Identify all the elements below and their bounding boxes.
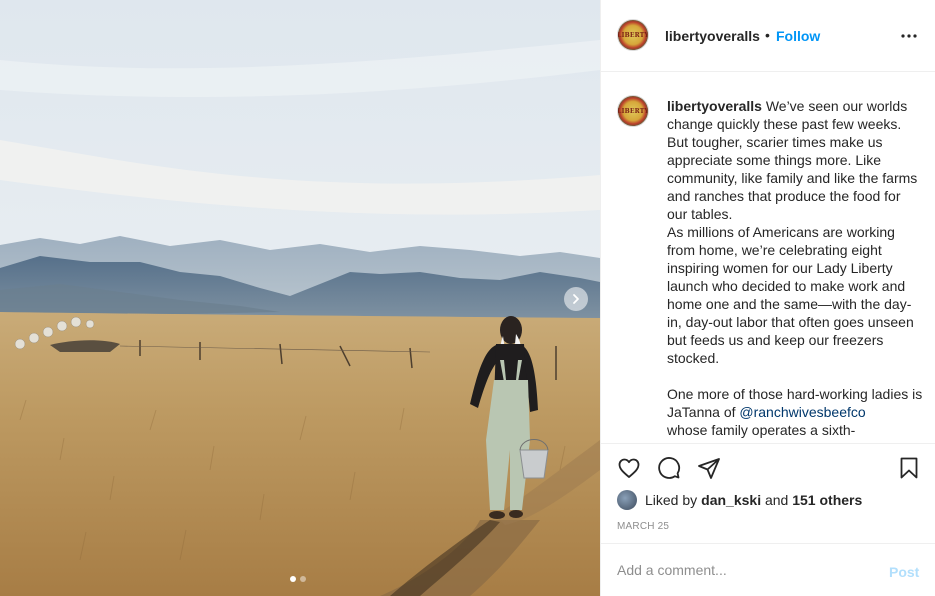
bookmark-icon[interactable]: [897, 456, 921, 480]
post-side-panel: LIBERTY libertyoveralls • Follow LIBERTY…: [600, 0, 935, 596]
share-icon[interactable]: [697, 456, 721, 480]
add-comment-bar: Post: [601, 543, 935, 596]
caption-username[interactable]: libertyoveralls: [667, 98, 762, 114]
account-username[interactable]: libertyoveralls: [665, 28, 760, 44]
next-photo-button[interactable]: [564, 287, 588, 311]
post-date[interactable]: MARCH 25: [617, 521, 669, 532]
likes-count[interactable]: 151 others: [792, 492, 862, 508]
caption-avatar[interactable]: LIBERTY: [617, 95, 649, 127]
post-header: LIBERTY libertyoveralls • Follow: [601, 0, 935, 72]
post-caption: libertyoveralls We’ve seen our worlds ch…: [667, 97, 923, 439]
mention-link[interactable]: @ranchwivesbeefco: [739, 404, 865, 420]
chevron-right-icon: [573, 294, 579, 304]
likes-prefix: Liked by: [645, 492, 698, 508]
carousel-indicator: [290, 576, 306, 582]
liker-username[interactable]: dan_kski: [701, 492, 761, 508]
likes-middle: and: [761, 492, 793, 508]
more-options-icon[interactable]: [897, 26, 921, 46]
heart-icon[interactable]: [617, 456, 641, 480]
carousel-dot-active: [290, 576, 296, 582]
likes-summary[interactable]: Liked by dan_kski and 151 others: [617, 490, 862, 510]
caption-text-continued: whose family operates a sixth-: [667, 422, 856, 438]
avatar-logo-text: LIBERTY: [617, 107, 649, 115]
avatar-logo-text: LIBERTY: [617, 31, 649, 39]
comment-input[interactable]: [617, 562, 877, 578]
account-avatar[interactable]: LIBERTY: [617, 19, 649, 51]
comments-section[interactable]: LIBERTY libertyoveralls We’ve seen our w…: [601, 73, 935, 442]
post-comment-button[interactable]: Post: [889, 564, 919, 580]
caption-text: We’ve seen our worlds change quickly the…: [667, 98, 923, 420]
post-photo[interactable]: [0, 0, 600, 596]
post-actions: Liked by dan_kski and 151 others MARCH 2…: [601, 443, 935, 543]
liker-avatar[interactable]: [617, 490, 637, 510]
header-separator: •: [765, 27, 770, 43]
carousel-dot: [300, 576, 306, 582]
follow-button[interactable]: Follow: [776, 28, 820, 44]
comment-icon[interactable]: [657, 456, 681, 480]
landscape-image: [0, 0, 600, 596]
